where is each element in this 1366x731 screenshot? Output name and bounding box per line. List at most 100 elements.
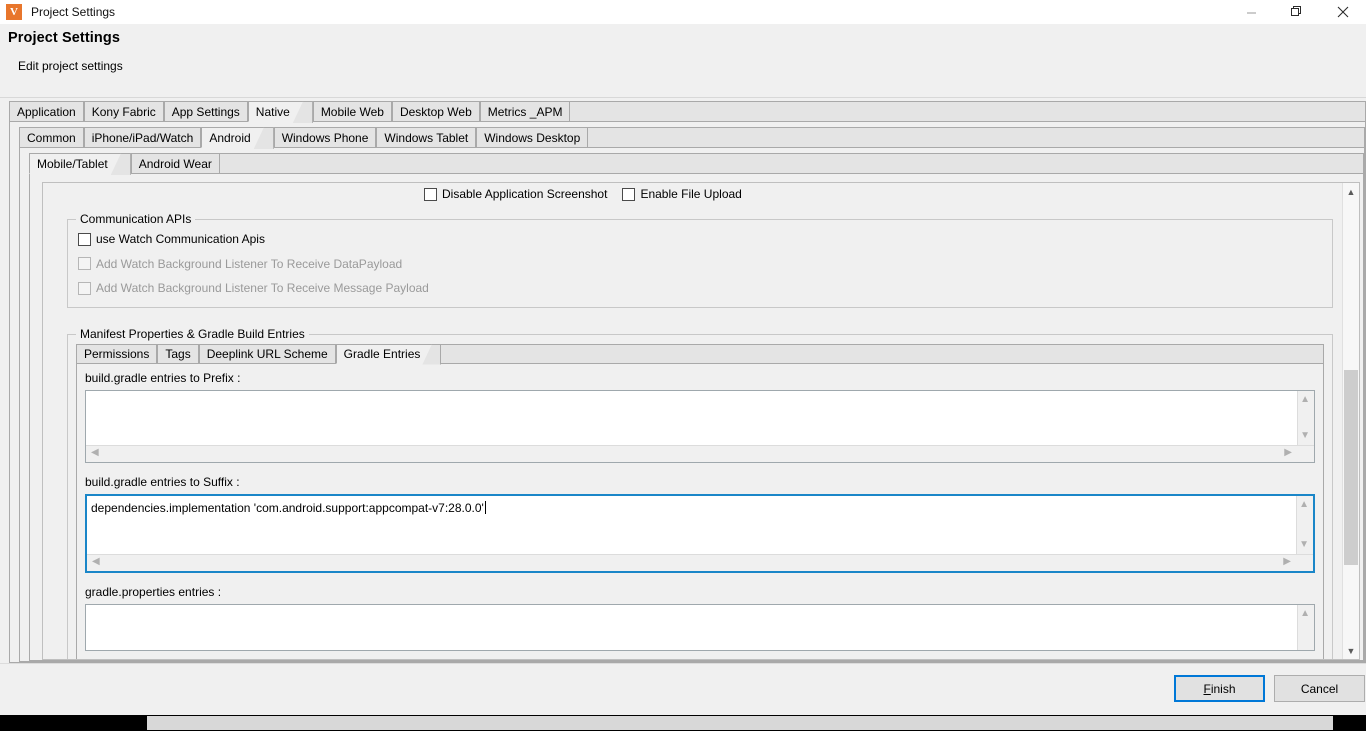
dialog-footer: Finish Cancel [0, 663, 1366, 715]
tab-label: Permissions [84, 346, 150, 361]
tab-mobile-web[interactable]: Mobile Web [312, 101, 392, 122]
restore-icon[interactable] [1274, 0, 1320, 24]
chevron-right-icon[interactable]: ▶ [1284, 447, 1292, 458]
checkbox-box-icon [622, 187, 636, 201]
screenshot-upload-row: Disable Application Screenshot Enable Fi… [43, 187, 1349, 201]
tab-label: Android Wear [138, 156, 212, 171]
tab-label: Mobile Web [320, 104, 384, 119]
tabs-level3: Mobile/Tablet Android Wear Bundle OpenSSL… [29, 153, 1364, 661]
tab-label: Gradle Entries [343, 346, 421, 361]
tab-gradle-entries[interactable]: Gradle Entries [335, 343, 442, 364]
tab-common[interactable]: Common [19, 127, 84, 148]
checkbox-box-icon [78, 232, 91, 246]
tab-label: iPhone/iPad/Watch [91, 130, 194, 145]
tab-label: Tags [165, 346, 191, 361]
chevron-left-icon[interactable]: ◀ [91, 447, 99, 458]
tab-deeplink-url-scheme[interactable]: Deeplink URL Scheme [198, 343, 336, 364]
chevron-right-icon[interactable]: ▶ [1283, 556, 1291, 567]
tab-label: Windows Tablet [384, 130, 469, 145]
chevron-left-icon[interactable]: ◀ [92, 556, 100, 567]
tab-label: Deeplink URL Scheme [206, 346, 328, 361]
tabs-level2-body: Mobile/Tablet Android Wear Bundle OpenSSL… [19, 148, 1365, 662]
checkbox-label: use Watch Communication Apis [96, 232, 265, 246]
page-title: Project Settings [8, 30, 120, 46]
scroll-up-icon[interactable]: ▲ [1343, 183, 1359, 200]
tab-label: Kony Fabric [91, 104, 156, 119]
chevron-down-icon[interactable]: ▼ [1299, 539, 1309, 550]
tab-label: Native [255, 104, 290, 119]
scroll-down-icon[interactable]: ▼ [1343, 642, 1359, 659]
checkbox-enable-file-upload[interactable]: Enable File Upload [622, 187, 742, 201]
finish-button[interactable]: Finish [1174, 675, 1265, 702]
checkbox-label: Add Watch Background Listener To Receive… [96, 281, 429, 295]
tab-windows-desktop[interactable]: Windows Desktop [476, 127, 589, 148]
checkbox-label: Disable Application Screenshot [442, 187, 608, 201]
settings-scroll-pane: Bundle OpenSSL Library Disable Applicati… [42, 182, 1360, 660]
tab-label: Desktop Web [399, 104, 472, 119]
tab-android[interactable]: Android [201, 127, 274, 148]
tab-label: App Settings [171, 104, 240, 119]
tab-desktop-web[interactable]: Desktop Web [391, 101, 480, 122]
manifest-tab-body: build.gradle entries to Prefix : ▲ ▼ ◀ ▶… [76, 363, 1324, 659]
close-icon[interactable] [1320, 0, 1366, 24]
tabs-level3-body: Bundle OpenSSL Library Disable Applicati… [29, 174, 1364, 661]
tab-mobile-tablet[interactable]: Mobile/Tablet [29, 153, 131, 174]
checkbox-disable-application-screenshot[interactable]: Disable Application Screenshot [424, 187, 607, 201]
checkbox-add-watch-listener-message-payload: Add Watch Background Listener To Receive… [78, 281, 429, 295]
os-taskbar [0, 715, 1366, 731]
tab-tags[interactable]: Tags [157, 343, 199, 364]
textarea-build-gradle-suffix[interactable]: dependencies.implementation 'com.android… [85, 493, 1315, 573]
tab-application[interactable]: Application [9, 101, 84, 122]
tab-filler [219, 153, 1364, 174]
chevron-up-icon[interactable]: ▲ [1300, 608, 1310, 619]
tab-app-settings[interactable]: App Settings [163, 101, 248, 122]
chevron-up-icon[interactable]: ▲ [1300, 394, 1310, 405]
comm-api-row-0: use Watch Communication Apis [78, 232, 1322, 249]
textarea-horizontal-scrollbar[interactable] [87, 553, 1313, 571]
textarea-gradle-properties[interactable]: ▲ [85, 603, 1315, 651]
tab-windows-phone[interactable]: Windows Phone [273, 127, 377, 148]
group-manifest-properties: Manifest Properties & Gradle Build Entri… [67, 326, 1333, 659]
checkbox-box-icon [78, 281, 91, 295]
manifest-tabs-row: Permissions Tags Deeplink URL Scheme Gradle… [76, 343, 1324, 364]
page-header: Project Settings Edit project settings [0, 24, 1366, 98]
checkbox-use-watch-communication-apis[interactable]: use Watch Communication Apis [78, 232, 265, 246]
tab-iphone-ipad-watch[interactable]: iPhone/iPad/Watch [83, 127, 202, 148]
scrollbar-thumb[interactable] [1344, 370, 1358, 565]
tabs-level2-row: Common iPhone/iPad/Watch Android Windows Ph… [19, 127, 1365, 148]
checkbox-label: Enable File Upload [640, 187, 742, 201]
tab-android-wear[interactable]: Android Wear [130, 153, 220, 174]
settings-content: Bundle OpenSSL Library Disable Applicati… [43, 183, 1349, 659]
group-label: Manifest Properties & Gradle Build Entri… [76, 326, 309, 341]
finish-accel: F [1203, 681, 1211, 696]
chevron-down-icon[interactable]: ▼ [1300, 430, 1310, 441]
group-communication-apis: Communication APIs use Watch Communicati… [67, 212, 1333, 308]
tab-kony-fabric[interactable]: Kony Fabric [83, 101, 164, 122]
tab-permissions[interactable]: Permissions [76, 343, 158, 364]
settings-vertical-scrollbar[interactable]: ▲ ▼ [1342, 183, 1359, 659]
tabs-level1-body: Common iPhone/iPad/Watch Android Windows Ph… [9, 122, 1366, 663]
minimize-icon[interactable] [1228, 0, 1274, 24]
text-caret [484, 500, 486, 514]
app-logo-icon: V [6, 4, 22, 20]
checkbox-label: Add Watch Background Listener To Receive… [96, 256, 403, 271]
chevron-up-icon[interactable]: ▲ [1299, 499, 1309, 510]
textarea-horizontal-scrollbar[interactable] [86, 444, 1314, 462]
tab-windows-tablet[interactable]: Windows Tablet [376, 127, 477, 148]
tabs-level1-row: Application Kony Fabric App Settings Native… [9, 101, 1366, 122]
tab-metrics-apm[interactable]: Metrics _APM [479, 101, 571, 122]
label-gradle-properties: gradle.properties entries : [85, 584, 222, 599]
taskbar-segment [147, 716, 1333, 730]
tab-native[interactable]: Native [247, 101, 313, 122]
tab-label: Common [27, 130, 76, 145]
tab-filler [588, 127, 1365, 148]
cancel-button[interactable]: Cancel [1274, 675, 1365, 702]
window-title: Project Settings [31, 5, 116, 19]
textarea-build-gradle-prefix[interactable]: ▲ ▼ ◀ ▶ [85, 389, 1315, 463]
group-label: Communication APIs [76, 212, 196, 226]
page-subtitle: Edit project settings [18, 59, 123, 73]
tabs-level1: Application Kony Fabric App Settings Native… [0, 98, 1366, 663]
label-build-gradle-suffix: build.gradle entries to Suffix : [85, 474, 240, 489]
finish-label: inish [1210, 681, 1236, 696]
checkbox-box-icon [424, 187, 437, 201]
